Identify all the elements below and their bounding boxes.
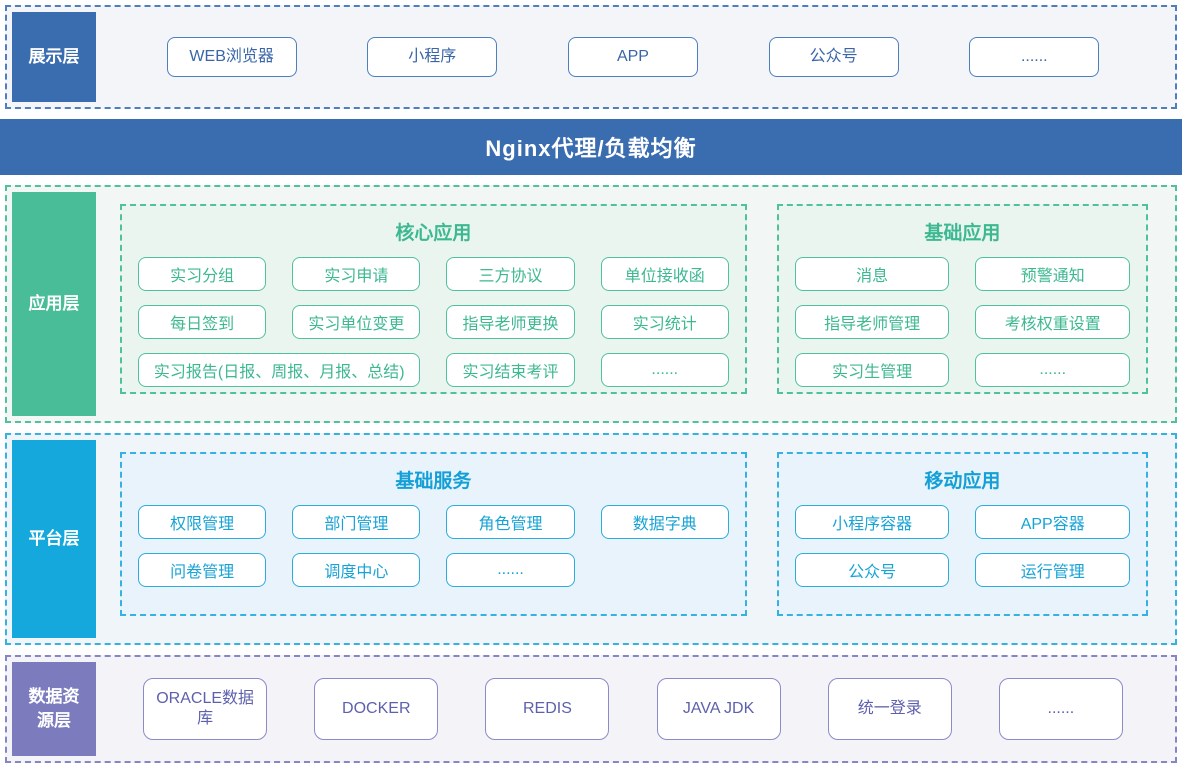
nginx-load-balancer-bar: Nginx代理/负载均衡 (0, 119, 1182, 175)
node-intern-management: 实习生管理 (795, 353, 950, 387)
presentation-layer: 展示层 WEB浏览器 小程序 APP 公众号 ...... (5, 5, 1177, 109)
mobile-applications-group: 移动应用 小程序容器 APP容器 公众号 运行管理 (777, 452, 1148, 616)
core-applications-title: 核心应用 (138, 218, 729, 245)
node-official-account-platform: 公众号 (795, 553, 950, 587)
application-layer-label: 应用层 (12, 192, 96, 416)
node-permission-management: 权限管理 (138, 505, 266, 539)
node-internship-statistics: 实习统计 (601, 305, 729, 339)
presentation-layer-content: WEB浏览器 小程序 APP 公众号 ...... (96, 12, 1170, 102)
platform-layer-label: 平台层 (12, 440, 96, 638)
node-questionnaire-management: 问卷管理 (138, 553, 266, 587)
platform-layer: 平台层 基础服务 权限管理 部门管理 角色管理 数据字典 问卷管理 调度中心 .… (5, 433, 1177, 645)
node-unified-login: 统一登录 (828, 678, 952, 740)
node-official-account: 公众号 (769, 37, 899, 77)
core-applications-grid: 实习分组 实习申请 三方协议 单位接收函 每日签到 实习单位变更 指导老师更换 … (138, 257, 729, 387)
basic-services-grid: 权限管理 部门管理 角色管理 数据字典 问卷管理 调度中心 ...... (138, 505, 729, 587)
node-data-dictionary: 数据字典 (601, 505, 729, 539)
node-internship-reports: 实习报告(日报、周报、月报、总结) (138, 353, 420, 387)
node-redis: REDIS (485, 678, 609, 740)
node-web-browser: WEB浏览器 (167, 37, 297, 77)
node-tripartite-agreement: 三方协议 (446, 257, 574, 291)
node-daily-checkin: 每日签到 (138, 305, 266, 339)
node-role-management: 角色管理 (446, 505, 574, 539)
node-docker: DOCKER (314, 678, 438, 740)
basic-applications-title: 基础应用 (795, 218, 1130, 245)
data-resource-layer: 数据资源层 ORACLE数据库 DOCKER REDIS JAVA JDK 统一… (5, 655, 1177, 763)
node-app: APP (568, 37, 698, 77)
node-internship-unit-change: 实习单位变更 (292, 305, 420, 339)
mobile-applications-grid: 小程序容器 APP容器 公众号 运行管理 (795, 505, 1130, 587)
node-department-management: 部门管理 (292, 505, 420, 539)
node-advisor-change: 指导老师更换 (446, 305, 574, 339)
data-resource-layer-label: 数据资源层 (12, 662, 96, 756)
node-unit-acceptance-letter: 单位接收函 (601, 257, 729, 291)
node-presentation-more: ...... (969, 37, 1099, 77)
node-dispatch-center: 调度中心 (292, 553, 420, 587)
node-data-resource-more: ...... (999, 678, 1123, 740)
data-resource-layer-content: ORACLE数据库 DOCKER REDIS JAVA JDK 统一登录 ...… (96, 662, 1170, 756)
application-layer-content: 核心应用 实习分组 实习申请 三方协议 单位接收函 每日签到 实习单位变更 指导… (96, 192, 1170, 416)
node-advisor-management: 指导老师管理 (795, 305, 950, 339)
node-basic-apps-more: ...... (975, 353, 1130, 387)
node-app-container: APP容器 (975, 505, 1130, 539)
node-internship-final-review: 实习结束考评 (446, 353, 574, 387)
node-mini-program: 小程序 (367, 37, 497, 77)
presentation-layer-label: 展示层 (12, 12, 96, 102)
basic-services-title: 基础服务 (138, 466, 729, 493)
core-applications-group: 核心应用 实习分组 实习申请 三方协议 单位接收函 每日签到 实习单位变更 指导… (120, 204, 747, 394)
node-alert-notification: 预警通知 (975, 257, 1130, 291)
architecture-diagram: 展示层 WEB浏览器 小程序 APP 公众号 ...... Nginx代理/负载… (0, 0, 1182, 763)
node-java-jdk: JAVA JDK (657, 678, 781, 740)
node-mini-program-container: 小程序容器 (795, 505, 950, 539)
basic-services-group: 基础服务 权限管理 部门管理 角色管理 数据字典 问卷管理 调度中心 .....… (120, 452, 747, 616)
basic-applications-grid: 消息 预警通知 指导老师管理 考核权重设置 实习生管理 ...... (795, 257, 1130, 387)
node-internship-application: 实习申请 (292, 257, 420, 291)
platform-layer-content: 基础服务 权限管理 部门管理 角色管理 数据字典 问卷管理 调度中心 .....… (96, 440, 1170, 638)
node-basic-services-more: ...... (446, 553, 574, 587)
basic-applications-group: 基础应用 消息 预警通知 指导老师管理 考核权重设置 实习生管理 ...... (777, 204, 1148, 394)
node-oracle-database: ORACLE数据库 (143, 678, 267, 740)
node-operation-management: 运行管理 (975, 553, 1130, 587)
node-assessment-weight-settings: 考核权重设置 (975, 305, 1130, 339)
node-core-more: ...... (601, 353, 729, 387)
application-layer: 应用层 核心应用 实习分组 实习申请 三方协议 单位接收函 每日签到 实习单位变… (5, 185, 1177, 423)
mobile-applications-title: 移动应用 (795, 466, 1130, 493)
node-internship-grouping: 实习分组 (138, 257, 266, 291)
node-messages: 消息 (795, 257, 950, 291)
